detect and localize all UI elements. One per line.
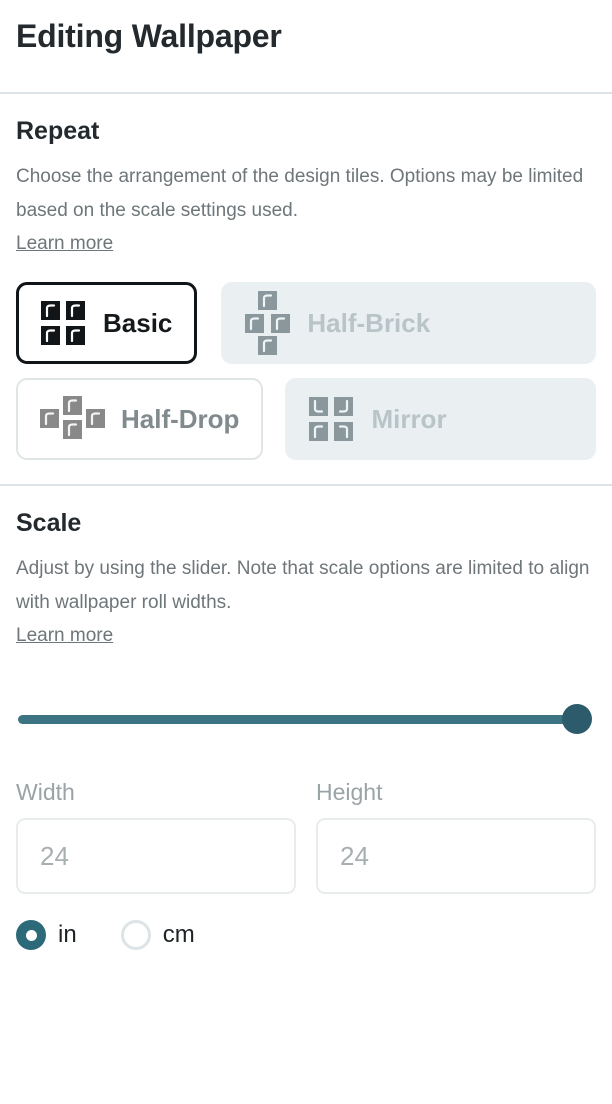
height-field-group: Height xyxy=(316,778,596,894)
tile-mirror-bl xyxy=(309,422,329,441)
tile-halfdrop-center-top xyxy=(63,396,82,415)
repeat-options-row-2: Half-Drop Mirror xyxy=(16,378,596,460)
scale-slider-track[interactable] xyxy=(18,715,576,724)
repeat-option-half-brick-label: Half-Brick xyxy=(307,307,431,338)
tile-grid-halfdrop-icon xyxy=(40,394,105,444)
repeat-section-description: Choose the arrangement of the design til… xyxy=(16,166,584,221)
panel-header: Editing Wallpaper xyxy=(0,0,612,92)
repeat-option-mirror-label: Mirror xyxy=(371,403,447,434)
repeat-section-title: Repeat xyxy=(16,117,100,145)
width-label: Width xyxy=(16,779,75,805)
repeat-options-group: Basic Half-Brick Half-Drop Mirror xyxy=(16,282,596,460)
wallpaper-editor-panel: Editing Wallpaper Repeat Choose the arra… xyxy=(0,0,612,1104)
page-title: Editing Wallpaper xyxy=(16,18,282,54)
tile-basic-bl xyxy=(41,326,60,345)
tile-basic-tr xyxy=(66,301,85,320)
unit-option-cm-label: cm xyxy=(162,921,195,948)
tile-mirror-br xyxy=(334,422,354,441)
repeat-option-mirror: Mirror xyxy=(285,378,596,460)
repeat-options-gap-2 xyxy=(263,378,285,460)
tile-halfdrop-right xyxy=(86,409,105,428)
repeat-options-row-1: Basic Half-Brick xyxy=(16,282,596,364)
tile-halfbrick-right xyxy=(271,314,291,333)
scale-slider[interactable] xyxy=(0,704,612,736)
repeat-section: Repeat Choose the arrangement of the des… xyxy=(0,94,612,460)
tile-halfdrop-left xyxy=(40,409,59,428)
height-label: Height xyxy=(316,779,383,805)
scale-slider-thumb[interactable] xyxy=(562,704,592,734)
tile-basic-tl xyxy=(41,301,60,320)
tile-grid-halfbrick-icon xyxy=(245,291,291,355)
unit-option-in-label: in xyxy=(58,921,77,948)
tile-halfbrick-bottom xyxy=(258,336,278,355)
radio-in-icon[interactable] xyxy=(16,920,46,950)
repeat-option-half-drop-label: Half-Drop xyxy=(121,403,240,434)
repeat-option-half-drop[interactable]: Half-Drop xyxy=(16,378,264,460)
repeat-learn-more-link[interactable]: Learn more xyxy=(16,228,113,260)
tile-halfdrop-center-bottom xyxy=(63,420,82,439)
width-input[interactable] xyxy=(16,818,296,894)
tile-mirror-tl xyxy=(309,397,329,416)
repeat-options-gap xyxy=(197,282,221,364)
tile-mirror-tr xyxy=(334,397,354,416)
tile-halfbrick-left xyxy=(245,314,265,333)
repeat-option-basic-label: Basic xyxy=(103,307,173,338)
unit-option-cm[interactable]: cm xyxy=(120,920,195,950)
width-field-group: Width xyxy=(16,778,296,894)
repeat-option-half-brick: Half-Brick xyxy=(221,282,596,364)
scale-learn-more-link[interactable]: Learn more xyxy=(16,620,113,652)
repeat-option-basic[interactable]: Basic xyxy=(16,282,198,364)
unit-option-in[interactable]: in xyxy=(16,920,77,950)
tile-basic-br xyxy=(66,326,85,345)
unit-radio-group: in cm xyxy=(0,920,612,950)
scale-section-description: Adjust by using the slider. Note that sc… xyxy=(16,558,590,613)
dimension-fields: Width Height xyxy=(0,778,612,894)
scale-section-title: Scale xyxy=(16,509,82,537)
tile-halfbrick-top xyxy=(258,291,278,310)
tile-grid-mirror-icon xyxy=(309,397,355,441)
radio-cm-icon[interactable] xyxy=(120,920,151,950)
height-input[interactable] xyxy=(316,818,596,894)
tile-grid-basic-icon xyxy=(41,301,87,345)
scale-section: Scale Adjust by using the slider. Note t… xyxy=(0,486,612,652)
